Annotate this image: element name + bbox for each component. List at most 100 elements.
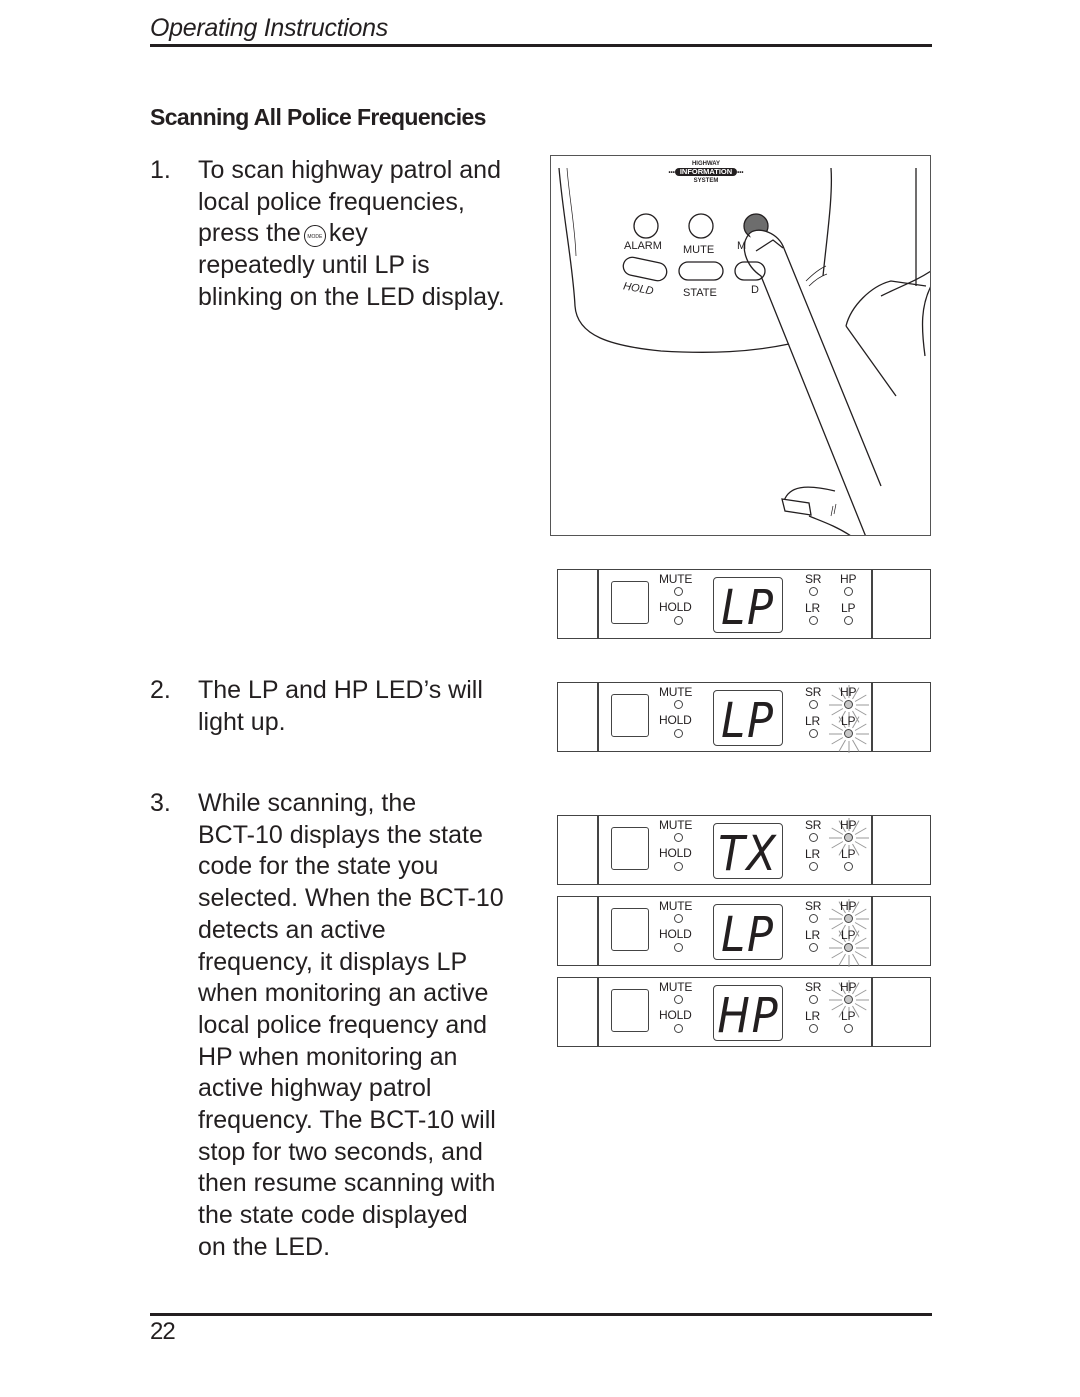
lr-label: LR	[805, 714, 820, 728]
led-panel: MUTE HOLD HP SR HP LR LP	[557, 977, 931, 1047]
mute-label: MUTE	[659, 685, 693, 699]
panel-button-square	[611, 581, 649, 624]
hp-label: HP	[840, 980, 857, 994]
logo-text-bottom: SYSTEM	[693, 178, 719, 184]
logo-text-middle: INFORMATION	[674, 168, 738, 176]
lcd-display-text: LP	[721, 580, 775, 636]
hp-led-indicator	[844, 700, 853, 709]
lcd-display-text: TX	[718, 826, 778, 882]
hold-label: HOLD	[659, 1008, 692, 1022]
led-panel: MUTE HOLD TX SR HP LR LP	[557, 815, 931, 885]
hp-led-indicator	[844, 587, 853, 596]
lcd-display-text: LP	[721, 693, 775, 749]
lr-led-indicator	[809, 862, 818, 871]
state-button-label: STATE	[683, 287, 717, 299]
panel-divider	[871, 897, 873, 965]
sr-label: SR	[805, 685, 822, 699]
mute-led-indicator	[674, 995, 683, 1004]
panel-button-square	[611, 989, 649, 1032]
hp-led-indicator	[844, 914, 853, 923]
lr-label: LR	[805, 847, 820, 861]
lcd-display: LP	[713, 577, 783, 636]
page-header-title: Operating Instructions	[150, 14, 388, 42]
step-number: 1.	[150, 156, 171, 184]
panel-divider	[597, 978, 599, 1046]
hp-label: HP	[840, 899, 857, 913]
panel-divider	[597, 683, 599, 751]
sr-led-indicator	[809, 587, 818, 596]
dim-button-label: D	[751, 284, 759, 296]
lp-led-indicator	[844, 616, 853, 625]
footer-divider	[150, 1313, 932, 1316]
lcd-display: LP	[713, 690, 783, 749]
section-title: Scanning All Police Frequencies	[150, 104, 486, 130]
step-text: The LP and HP LED’s will light up.	[198, 676, 483, 736]
hp-label: HP	[840, 818, 857, 832]
hold-led-indicator	[674, 729, 683, 738]
sr-label: SR	[805, 572, 822, 586]
step-number: 2.	[150, 676, 171, 704]
lr-label: LR	[805, 928, 820, 942]
lp-led-indicator	[844, 862, 853, 871]
header-divider	[150, 44, 932, 47]
lp-led-indicator	[844, 729, 853, 738]
mute-label: MUTE	[659, 980, 693, 994]
sr-led-indicator	[809, 995, 818, 1004]
lp-label: LP	[841, 714, 856, 728]
lcd-display-text: HP	[717, 988, 780, 1044]
hold-label: HOLD	[659, 846, 692, 860]
mode-button-label: M	[737, 240, 747, 252]
hp-label: HP	[840, 685, 857, 699]
hp-led-indicator	[844, 995, 853, 1004]
panel-button-square	[611, 827, 649, 870]
lp-label: LP	[841, 601, 856, 615]
page-number: 22	[150, 1318, 176, 1345]
mute-label: MUTE	[659, 899, 693, 913]
sr-label: SR	[805, 818, 822, 832]
mute-led-indicator	[674, 587, 683, 596]
lr-label: LR	[805, 1009, 820, 1023]
lp-led-indicator	[844, 1024, 853, 1033]
panel-divider	[597, 897, 599, 965]
panel-divider	[597, 816, 599, 884]
panel-button-square	[611, 694, 649, 737]
panel-button-square	[611, 908, 649, 951]
hold-led-indicator	[674, 943, 683, 952]
hp-led-indicator	[844, 833, 853, 842]
panel-divider	[871, 816, 873, 884]
sr-led-indicator	[809, 700, 818, 709]
hold-led-indicator	[674, 1024, 683, 1033]
hp-label: HP	[840, 572, 857, 586]
led-panel: MUTE HOLD LP SR HP LR LP	[557, 896, 931, 967]
led-panel: MUTE HOLD LP SR HP LR LP	[557, 569, 931, 639]
lr-led-indicator	[809, 943, 818, 952]
hold-led-indicator	[674, 862, 683, 871]
mute-label: MUTE	[659, 572, 693, 586]
lp-label: LP	[841, 928, 856, 942]
sr-led-indicator	[809, 833, 818, 842]
sr-label: SR	[805, 899, 822, 913]
device-illustration: HIGHWAY ••• INFORMATION ••• SYSTEM ALARM M…	[550, 155, 931, 536]
lcd-display: LP	[713, 904, 783, 963]
lcd-display: TX	[713, 823, 783, 882]
alarm-button-label: ALARM	[624, 240, 662, 252]
highway-information-system-logo: HIGHWAY ••• INFORMATION ••• SYSTEM	[651, 160, 761, 185]
lr-led-indicator	[809, 729, 818, 738]
lp-label: LP	[841, 1009, 856, 1023]
lr-led-indicator	[809, 616, 818, 625]
hold-label: HOLD	[659, 600, 692, 614]
lr-label: LR	[805, 601, 820, 615]
step-text: To scan highway patrol and local police …	[198, 155, 528, 314]
hold-label: HOLD	[659, 927, 692, 941]
mute-led-indicator	[674, 833, 683, 842]
panel-divider	[871, 570, 873, 638]
mute-led-indicator	[674, 700, 683, 709]
sr-label: SR	[805, 980, 822, 994]
panel-divider	[871, 683, 873, 751]
lr-led-indicator	[809, 1024, 818, 1033]
step-number: 3.	[150, 789, 171, 817]
mute-label: MUTE	[659, 818, 693, 832]
mode-key-icon: MODE	[303, 225, 326, 248]
device-drawing	[558, 167, 930, 535]
lcd-display-text: LP	[721, 907, 775, 963]
